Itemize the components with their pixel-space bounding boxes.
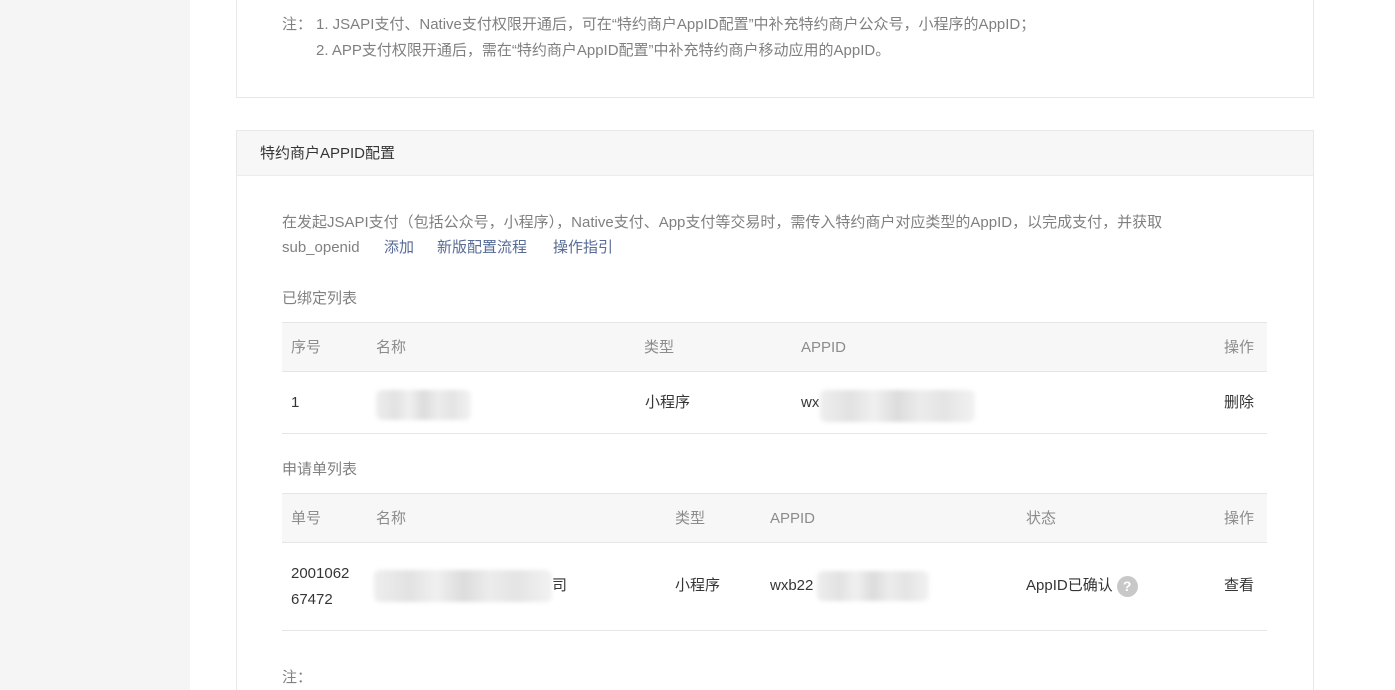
question-circle-icon[interactable]: ? [1116, 575, 1138, 597]
bound-row-index: 1 [291, 394, 300, 411]
redacted-name [376, 390, 471, 420]
application-list-label: 申请单列表 [282, 461, 358, 478]
card-header: 特约商户APPID配置 [237, 131, 1313, 176]
card-title: 特约商户APPID配置 [260, 145, 396, 162]
redacted-company-name [374, 570, 552, 602]
top-note-line-1: 1. JSAPI支付、Native支付权限开通后，可在“特约商户AppID配置”… [316, 16, 1036, 33]
card-description: 在发起JSAPI支付（包括公众号，小程序），Native支付、App支付等交易时… [282, 214, 1163, 231]
top-notes-label: 注： [282, 16, 313, 33]
new-flow-link[interactable]: 新版配置流程 [437, 236, 527, 260]
card-description-openid: sub_openid [282, 239, 360, 256]
delete-link[interactable]: 删除 [1224, 391, 1254, 415]
bound-header-name: 名称 [376, 339, 407, 356]
view-link[interactable]: 查看 [1224, 574, 1254, 598]
bound-list-label: 已绑定列表 [282, 290, 358, 307]
guide-link[interactable]: 操作指引 [553, 236, 613, 260]
bound-row-appid: wx [801, 394, 820, 411]
app-row-number-line1: 2001062 [291, 565, 350, 582]
add-link[interactable]: 添加 [384, 236, 414, 260]
table-row: 2001062 67472 司 小程序 wxb22 AppID已确认? 查看 [282, 543, 1267, 631]
app-row-name-suffix: 司 [552, 577, 568, 594]
application-table-header: 单号 名称 类型 APPID 状态 操作 [282, 493, 1267, 543]
table-row: 1 小程序 wx 删除 [282, 372, 1267, 434]
app-row-status-text: AppID已确认 [1026, 577, 1113, 594]
left-sidebar [0, 0, 190, 690]
bound-header-type: 类型 [644, 339, 675, 356]
bound-row-type: 小程序 [645, 394, 691, 411]
bound-table-header: 序号 名称 类型 APPID 操作 [282, 322, 1267, 372]
app-header-status: 状态 [1026, 510, 1057, 527]
bottom-note-label: 注： [282, 669, 313, 686]
app-header-action: 操作 [1224, 510, 1255, 527]
bound-header-action: 操作 [1224, 339, 1255, 356]
redacted-app-appid [817, 571, 929, 601]
app-header-name: 名称 [376, 510, 407, 527]
app-row-appid: wxb22 [770, 577, 814, 594]
app-row-number-line2: 67472 [291, 591, 333, 608]
app-header-appid: APPID [770, 510, 816, 527]
app-header-type: 类型 [675, 510, 706, 527]
app-row-status: AppID已确认? [1026, 574, 1138, 598]
bound-header-index: 序号 [291, 339, 322, 356]
app-header-number: 单号 [291, 510, 322, 527]
redacted-appid [820, 390, 975, 422]
app-row-type: 小程序 [675, 577, 721, 594]
bound-header-appid: APPID [801, 339, 847, 356]
top-note-line-2: 2. APP支付权限开通后，需在“特约商户AppID配置”中补充特约商户移动应用… [316, 42, 891, 59]
